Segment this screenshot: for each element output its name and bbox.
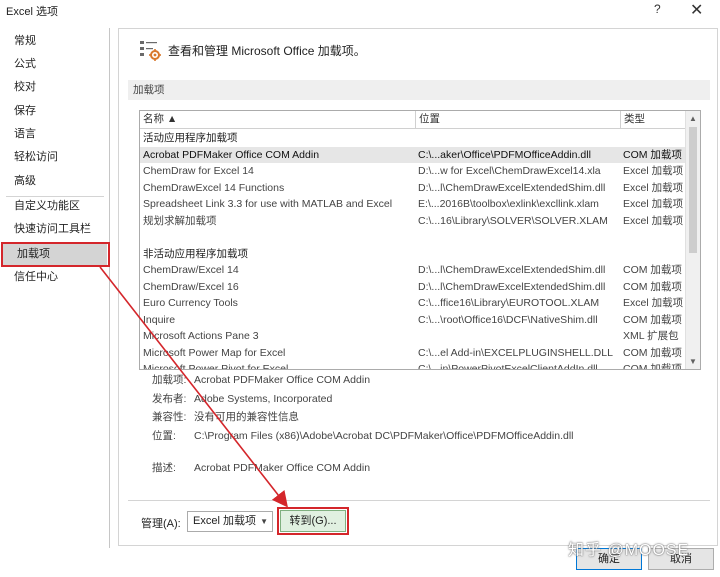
scroll-up-arrow-icon[interactable]: ▲: [689, 114, 697, 123]
manage-select-value: Excel 加载项: [193, 515, 256, 527]
row-location: C:\...aker\Office\PDFMOfficeAddin.dll: [418, 148, 591, 161]
detail-label: 位置:: [152, 430, 176, 442]
detail-label: 兼容性:: [152, 411, 187, 423]
chevron-down-icon: ▼: [260, 517, 268, 526]
detail-label: 加载项:: [152, 374, 187, 386]
row-location: D:\...w for Excel\ChemDrawExcel14.xla: [418, 165, 601, 177]
row-type: COM 加载项: [623, 148, 682, 161]
annotation-highlight-addins: [1, 242, 110, 267]
row-location: D:\...l\ChemDrawExcelExtendedShim.dll: [418, 181, 606, 194]
row-location: C:\...\root\Office16\DCF\NativeShim.dll: [418, 313, 598, 326]
row-name: ChemDraw/Excel 16: [143, 280, 239, 293]
row-name: Microsoft Power Pivot for Excel: [143, 363, 289, 370]
row-type: COM 加载项: [623, 313, 682, 326]
watermark-text: 知乎 @MOOSE: [568, 542, 690, 559]
row-name: Microsoft Actions Pane 3: [143, 330, 259, 342]
table-row[interactable]: 规划求解加载项 C:\...16\Library\SOLVER\SOLVER.X…: [140, 213, 686, 230]
table-row[interactable]: ChemDraw/Excel 16 D:\...l\ChemDrawExcelE…: [140, 279, 686, 296]
sidebar-item-trust-center[interactable]: 信任中心: [0, 266, 110, 288]
table-row[interactable]: Microsoft Power Map for Excel C:\...el A…: [140, 345, 686, 362]
window-title: Excel 选项: [6, 6, 58, 18]
sidebar-item-accessibility[interactable]: 轻松访问: [0, 146, 110, 168]
sidebar-item-save[interactable]: 保存: [0, 100, 110, 122]
table-row[interactable]: Microsoft Power Pivot for Excel C:\...in…: [140, 361, 686, 370]
detail-compatibility: 兼容性: 没有可用的兼容性信息: [152, 409, 299, 424]
detail-addin: 加载项: Acrobat PDFMaker Office COM Addin: [152, 372, 370, 387]
table-row[interactable]: Acrobat PDFMaker Office COM Addin C:\...…: [140, 146, 686, 163]
row-type: Excel 加载项: [623, 297, 684, 309]
help-button[interactable]: ?: [654, 2, 661, 16]
table-row[interactable]: ChemDrawExcel 14 Functions D:\...l\ChemD…: [140, 180, 686, 197]
sidebar-item-general[interactable]: 常规: [0, 30, 110, 52]
row-location: C:\...16\Library\SOLVER\SOLVER.XLAM: [418, 214, 608, 227]
row-name: Acrobat PDFMaker Office COM Addin: [143, 148, 320, 161]
detail-value: 没有可用的兼容性信息: [194, 411, 299, 423]
detail-value: Acrobat PDFMaker Office COM Addin: [194, 462, 371, 474]
manage-select[interactable]: Excel 加载项 ▼: [187, 511, 273, 532]
divider: [128, 500, 710, 501]
manage-label: 管理(A):: [141, 518, 181, 530]
table-row[interactable]: ChemDraw for Excel 14 D:\...w for Excel\…: [140, 163, 686, 180]
row-type: Excel 加载项: [623, 198, 684, 210]
row-name: ChemDrawExcel 14 Functions: [143, 181, 285, 194]
table-row[interactable]: Inquire C:\...\root\Office16\DCF\NativeS…: [140, 312, 686, 329]
column-header-name[interactable]: 名称 ▲: [140, 111, 416, 129]
detail-label: 描述:: [152, 462, 176, 474]
row-name: Microsoft Power Map for Excel: [143, 346, 286, 359]
sidebar-item-quick-access-toolbar[interactable]: 快速访问工具栏: [0, 218, 110, 240]
sidebar-item-customize-ribbon[interactable]: 自定义功能区: [0, 195, 110, 217]
scrollbar-thumb[interactable]: [689, 127, 697, 253]
close-button[interactable]: ✕: [690, 0, 703, 20]
row-location: C:\...ffice16\Library\EUROTOOL.XLAM: [418, 297, 600, 309]
sidebar-item-formulas[interactable]: 公式: [0, 53, 110, 75]
detail-description: 描述: Acrobat PDFMaker Office COM Addin: [152, 460, 370, 475]
title-bar: Excel 选项 ? ✕: [0, 0, 720, 22]
page-title: 查看和管理 Microsoft Office 加载项。: [168, 44, 366, 58]
row-name: 规划求解加载项: [143, 214, 217, 227]
row-location: C:\...el Add-in\EXCELPLUGINSHELL.DLL: [418, 346, 613, 359]
section-header-addins: 加载项: [128, 80, 710, 100]
group-header-inactive: 非活动应用程序加载项: [143, 247, 248, 260]
sidebar-item-proofing[interactable]: 校对: [0, 76, 110, 98]
table-row[interactable]: ChemDraw/Excel 14 D:\...l\ChemDrawExcelE…: [140, 262, 686, 279]
row-type: Excel 加载项: [623, 181, 684, 194]
row-type: Excel 加载项: [623, 165, 684, 177]
row-location: D:\...l\ChemDrawExcelExtendedShim.dll: [418, 264, 606, 276]
row-type: Excel 加载项: [623, 214, 684, 227]
row-type: COM 加载项: [623, 280, 682, 293]
addins-list[interactable]: 名称 ▲ 位置 类型 活动应用程序加载项 Acrobat PDFMaker Of…: [139, 110, 701, 370]
sidebar-item-advanced[interactable]: 高级: [0, 170, 110, 192]
list-scrollbar[interactable]: ▲ ▼: [685, 111, 700, 369]
annotation-highlight-go: [277, 507, 349, 535]
detail-label: 发布者:: [152, 393, 187, 405]
row-name: Euro Currency Tools: [143, 297, 238, 309]
table-row[interactable]: Spreadsheet Link 3.3 for use with MATLAB…: [140, 196, 686, 213]
options-sidebar: 常规 公式 校对 保存 语言 轻松访问 高级 自定义功能区 快速访问工具栏 加载…: [0, 28, 110, 548]
row-name: ChemDraw for Excel 14: [143, 165, 254, 177]
detail-value: C:\Program Files (x86)\Adobe\Acrobat DC\…: [194, 430, 574, 442]
scroll-down-arrow-icon[interactable]: ▼: [689, 357, 697, 366]
row-type: COM 加载项: [623, 363, 682, 370]
row-type: XML 扩展包: [623, 330, 679, 342]
row-name: Spreadsheet Link 3.3 for use with MATLAB…: [143, 198, 393, 210]
table-row[interactable]: Microsoft Actions Pane 3 XML 扩展包: [140, 328, 686, 345]
row-name: Inquire: [143, 313, 176, 326]
addins-gear-icon: [140, 41, 161, 61]
row-location: D:\...l\ChemDrawExcelExtendedShim.dll: [418, 280, 606, 293]
group-header-active: 活动应用程序加载项: [143, 132, 238, 144]
column-header-location[interactable]: 位置: [416, 111, 621, 129]
detail-publisher: 发布者: Adobe Systems, Incorporated: [152, 391, 332, 406]
table-row[interactable]: Euro Currency Tools C:\...ffice16\Librar…: [140, 295, 686, 312]
row-location: E:\...2016B\toolbox\exlink\excllink.xlam: [418, 198, 599, 210]
row-type: COM 加载项: [623, 346, 682, 359]
detail-value: Acrobat PDFMaker Office COM Addin: [194, 374, 371, 386]
row-location: C:\...in\PowerPivotExcelClientAddIn.dll: [418, 363, 598, 370]
column-header-type[interactable]: 类型: [621, 111, 686, 129]
detail-location: 位置: C:\Program Files (x86)\Adobe\Acrobat …: [152, 428, 574, 443]
sidebar-item-language[interactable]: 语言: [0, 123, 110, 145]
row-type: COM 加载项: [623, 264, 682, 276]
detail-value: Adobe Systems, Incorporated: [194, 393, 333, 405]
row-name: ChemDraw/Excel 14: [143, 264, 239, 276]
